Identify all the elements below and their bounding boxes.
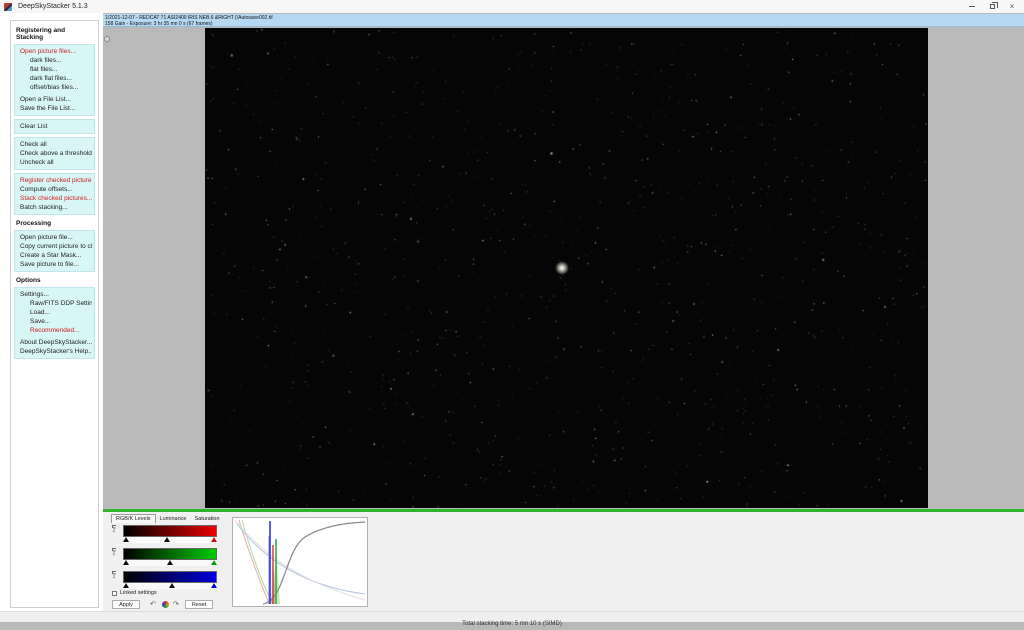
sidebar-item-compute-offsets[interactable]: Compute offsets... (17, 185, 92, 194)
restore-icon (989, 2, 998, 9)
sidebar-item-stack-checked[interactable]: Stack checked pictures... (17, 194, 92, 203)
group-box-processing: Open picture file... Copy current pictur… (14, 230, 95, 272)
sidebar-item-save-file-list[interactable]: Save the File List... (17, 104, 92, 113)
red-gradient-bar[interactable] (123, 525, 217, 537)
sidebar-item-check-above-threshold[interactable]: Check above a threshold... (17, 149, 92, 158)
sidebar-item-dark-files[interactable]: dark files... (17, 56, 92, 65)
sidebar-item-flat-files[interactable]: flat files... (17, 65, 92, 74)
blue-slider-scale[interactable]: log (111, 571, 121, 583)
midtone-marker[interactable] (167, 560, 174, 565)
sidebar-item-uncheck-all[interactable]: Uncheck all (17, 158, 92, 167)
shadow-marker[interactable] (123, 583, 129, 588)
red-level-slider[interactable]: log (111, 525, 223, 543)
group-title-registering-stacking: Registering and Stacking (16, 27, 66, 41)
sidebar-item-create-star-mask[interactable]: Create a Star Mask... (17, 251, 92, 260)
starfield-preview[interactable] (205, 28, 928, 508)
linked-settings-row: Linked settings (112, 590, 157, 596)
midtone-marker[interactable] (169, 583, 176, 588)
info-line-2: 158 Gain - Exposure: 3 hr 35 mn 0 s (67 … (105, 21, 213, 27)
tab-luminance[interactable]: Luminance (156, 515, 191, 523)
shadow-marker[interactable] (123, 560, 129, 565)
sidebar-item-about[interactable]: About DeepSkyStacker... (17, 338, 92, 347)
sidebar-item-save[interactable]: Save... (17, 317, 92, 326)
scale-label: log (111, 573, 116, 579)
histogram-curves (234, 519, 366, 605)
group-box-files: Open picture files... dark files... flat… (14, 44, 95, 116)
midtone-marker[interactable] (164, 537, 171, 542)
sidebar-item-save-picture[interactable]: Save picture to file... (17, 260, 92, 269)
redo-icon[interactable]: ↷ (173, 600, 179, 609)
reset-button[interactable]: Reset (185, 600, 213, 609)
group-box-register-stack: Register checked pictures... Compute off… (14, 173, 95, 215)
green-slider-scale[interactable]: log (111, 548, 121, 560)
sidebar-item-help[interactable]: DeepSkyStacker's Help... (17, 347, 92, 356)
sidebar-item-open-picture-files[interactable]: Open picture files... (17, 47, 92, 56)
scale-label: log (111, 527, 116, 533)
sidebar-item-open-picture-file[interactable]: Open picture file... (17, 233, 92, 242)
highlight-marker[interactable] (211, 560, 217, 565)
close-button[interactable]: × (1006, 1, 1018, 12)
left-column: Registering and Stacking Open picture fi… (0, 13, 103, 611)
sidebar-item-dark-flat-files[interactable]: dark flat files... (17, 74, 92, 83)
green-level-slider[interactable]: log (111, 548, 223, 566)
minimize-icon (969, 6, 975, 7)
shadow-marker[interactable] (123, 537, 129, 542)
adjustment-tabs: RGB/K Levels Luminance Saturation (111, 514, 224, 523)
highlight-marker[interactable] (211, 537, 217, 542)
sidebar-item-settings[interactable]: Settings... (17, 290, 92, 299)
sidebar-item-batch-stacking[interactable]: Batch stacking... (17, 203, 92, 212)
green-marker-strip[interactable] (123, 560, 217, 566)
undo-icon[interactable]: ↶ (150, 600, 156, 609)
linked-settings-label: Linked settings (120, 590, 157, 596)
sidebar-item-check-all[interactable]: Check all (17, 140, 92, 149)
linked-settings-checkbox[interactable] (112, 590, 117, 596)
blue-gradient-bar[interactable] (123, 571, 217, 583)
window-title: DeepSkyStacker 5.1.3 (18, 3, 88, 10)
starfield-canvas (205, 28, 928, 508)
adjustment-panel: RGB/K Levels Luminance Saturation log lo… (103, 512, 1024, 611)
sidebar-item-copy-to-clipboard[interactable]: Copy current picture to clipboard (17, 242, 92, 251)
sidebar-item-recommended[interactable]: Recommended... (17, 326, 92, 335)
command-panel: Registering and Stacking Open picture fi… (10, 20, 99, 608)
scale-label: log (111, 550, 116, 556)
minimize-button[interactable] (966, 1, 978, 12)
group-title-options: Options (16, 277, 41, 284)
status-bar: Total stacking time: 5 mn 10 s (SIMD) (0, 611, 1024, 627)
image-info-bar: 1/2021-12-07 - REDCAT 71 ASI2400 IRIS NE… (103, 14, 1024, 27)
sidebar-item-open-file-list[interactable]: Open a File List... (17, 95, 92, 104)
sidebar-item-clear-list[interactable]: Clear List (17, 122, 92, 131)
highlight-marker[interactable] (211, 583, 217, 588)
group-title-processing: Processing (16, 220, 52, 227)
tab-rgbk-levels[interactable]: RGB/K Levels (111, 514, 156, 523)
green-gradient-bar[interactable] (123, 548, 217, 560)
title-bar: DeepSkyStacker 5.1.3 × (0, 0, 1024, 13)
color-sphere-icon[interactable] (162, 601, 169, 608)
blue-marker-strip[interactable] (123, 583, 217, 589)
group-box-options: Settings... Raw/FITS DDP Settings... Loa… (14, 287, 95, 359)
panel-pin-icon[interactable] (104, 36, 110, 42)
sidebar-item-raw-fits-ddp[interactable]: Raw/FITS DDP Settings... (17, 299, 92, 308)
app-icon (4, 2, 12, 11)
group-box-check: Check all Check above a threshold... Unc… (14, 137, 95, 170)
restore-button[interactable] (986, 1, 998, 12)
group-box-clear: Clear List (14, 119, 95, 134)
sidebar-item-load[interactable]: Load... (17, 308, 92, 317)
apply-button[interactable]: Apply (112, 600, 140, 609)
red-slider-scale[interactable]: log (111, 525, 121, 537)
blue-level-slider[interactable]: log (111, 571, 223, 589)
red-marker-strip[interactable] (123, 537, 217, 543)
sidebar-item-register-checked[interactable]: Register checked pictures... (17, 176, 92, 185)
window-controls: × (966, 1, 1018, 12)
sidebar-item-offset-bias-files[interactable]: offset/bias files... (17, 83, 92, 92)
histogram-panel (232, 517, 368, 607)
tab-saturation[interactable]: Saturation (190, 515, 223, 523)
